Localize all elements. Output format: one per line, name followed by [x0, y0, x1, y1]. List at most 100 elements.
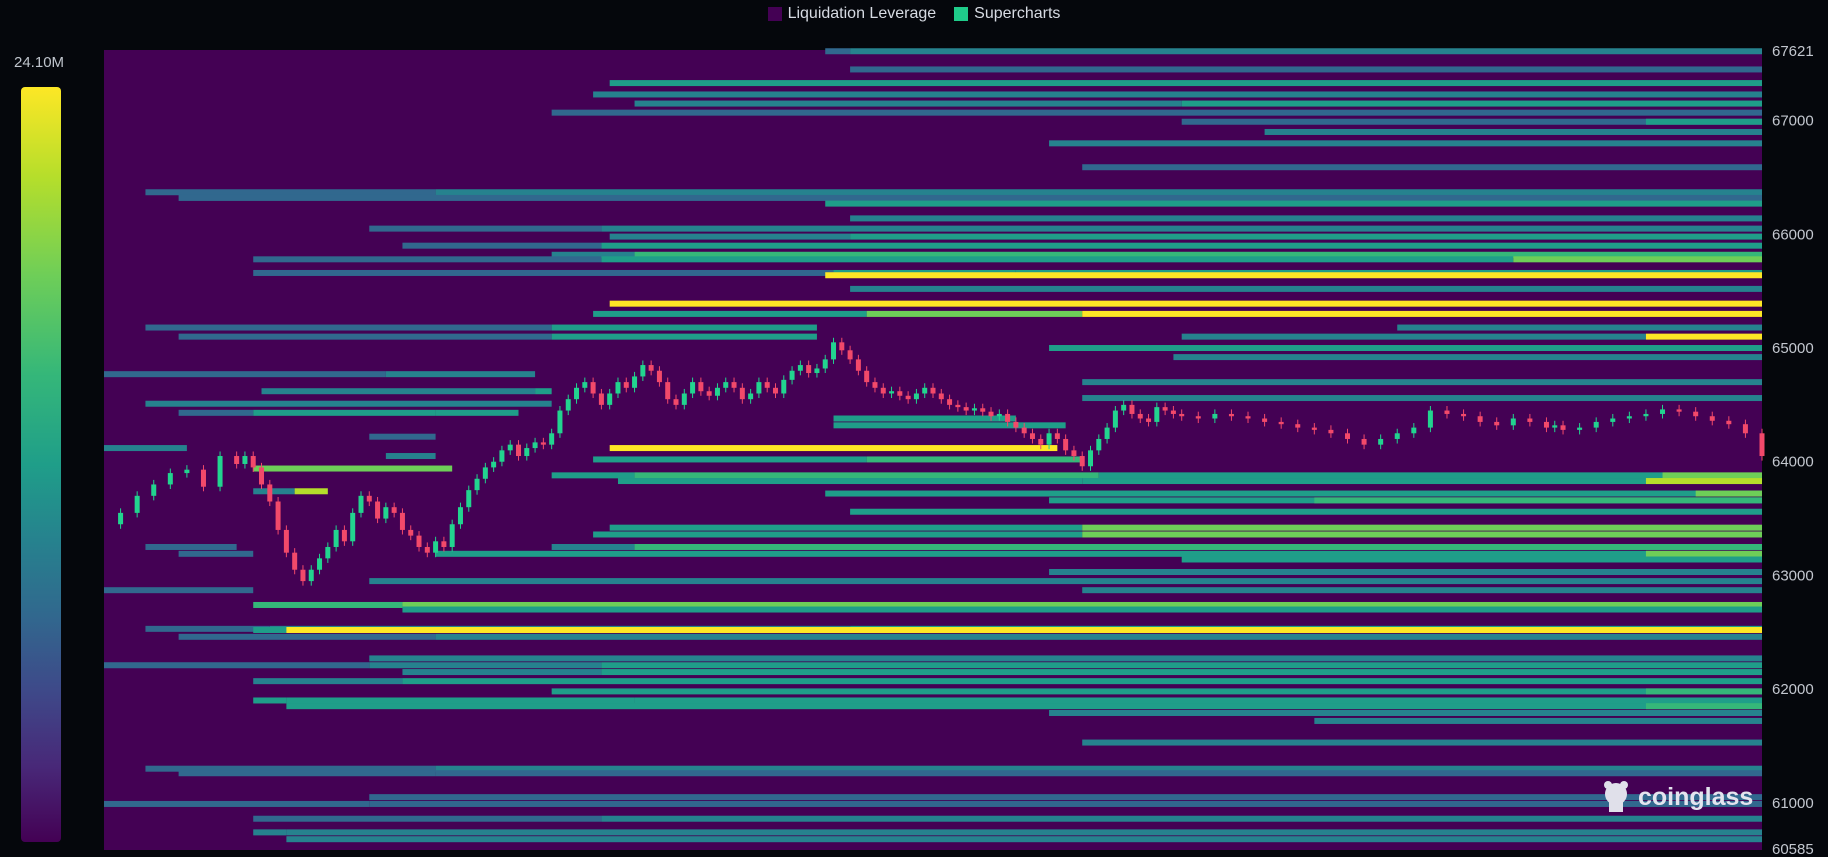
liquidation-level-bar [253, 678, 403, 685]
y-tick-label: 67621 [1772, 43, 1814, 60]
candle-body [1361, 438, 1367, 445]
candle-body [1021, 427, 1027, 434]
liquidation-level-bar [1082, 164, 1762, 171]
liquidation-level-bar [1181, 100, 1762, 107]
candle-body [1345, 433, 1350, 439]
candle-body [1660, 409, 1666, 414]
liquidation-level-bar [593, 310, 867, 317]
candle-body [449, 524, 455, 547]
candle-body [656, 370, 662, 383]
liquidation-level-bar [178, 333, 552, 340]
liquidation-level-bar [601, 225, 1762, 232]
candle-body [615, 382, 621, 394]
candle-body [1262, 418, 1268, 422]
liquidation-level-bar [385, 453, 436, 460]
liquidation-level-bar [601, 815, 1762, 822]
candle-body [938, 393, 944, 400]
candle-body [1121, 404, 1127, 411]
liquidation-level-bar [104, 371, 386, 378]
candle-body [897, 391, 903, 396]
candle-body [1054, 433, 1060, 439]
candle-body [1577, 427, 1583, 430]
candle-body [1726, 420, 1732, 425]
candle-body [889, 391, 895, 394]
liquidation-level-bar [609, 300, 1763, 307]
liquidation-level-bar [551, 109, 1763, 116]
candle-body [325, 546, 331, 559]
liquidation-level-bar [369, 578, 1762, 585]
liquidation-level-bar [253, 815, 602, 822]
liquidation-level-bar [178, 633, 436, 640]
candle-body [706, 391, 712, 396]
candle-body [847, 350, 853, 360]
candle-body [491, 461, 497, 468]
liquidation-level-bar [435, 550, 1763, 557]
liquidation-level-bar [369, 794, 1762, 801]
liquidation-level-bar [145, 543, 237, 550]
candle-body [167, 473, 173, 485]
candle-body [499, 450, 505, 462]
candle-body [532, 442, 538, 449]
liquidation-level-bar [850, 285, 1762, 292]
liquidation-level-bar [1049, 345, 1762, 352]
liquidation-level-bar [634, 100, 1182, 107]
candle-body [1029, 433, 1035, 439]
liquidation-level-bar [1645, 550, 1762, 557]
candle-body [424, 546, 430, 553]
candle-body [1104, 427, 1110, 439]
liquidation-level-bar [286, 703, 1762, 710]
candle-body [930, 387, 936, 394]
liquidation-level-bar [104, 662, 370, 669]
candle-body [250, 456, 256, 468]
candle-body [880, 387, 886, 394]
liquidation-level-bar [634, 697, 1762, 704]
candle-body [797, 365, 803, 371]
liquidation-level-bar [551, 543, 635, 550]
liquidation-level-bar [601, 669, 1762, 676]
liquidation-level-bar [435, 770, 1763, 777]
liquidation-level-bar [551, 472, 635, 479]
candle-body [1543, 421, 1549, 428]
liquidation-level-bar [385, 371, 536, 378]
candle-body [831, 342, 837, 360]
liquidation-level-bar [178, 409, 254, 416]
candle-body [1510, 418, 1516, 426]
coinglass-wordmark: coinglass [1638, 782, 1754, 811]
candle-body [607, 393, 613, 405]
liquidation-level-bar [286, 836, 1762, 843]
liquidation-level-bar [1181, 556, 1762, 563]
candle-body [623, 382, 629, 388]
candle-body [267, 484, 273, 502]
liquidation-level-bar [1082, 310, 1762, 317]
candle-body [1154, 407, 1160, 422]
liquidation-level-bar [435, 189, 1763, 196]
candle-body [565, 399, 571, 411]
candle-body [1129, 404, 1135, 414]
candle-body [598, 393, 604, 405]
liquidation-level-bar [866, 456, 1083, 463]
liquidation-level-bar [253, 269, 834, 276]
candle-body [872, 382, 878, 388]
candle-body [963, 407, 969, 411]
liquidation-level-bar [551, 333, 817, 340]
candle-body [839, 342, 845, 351]
liquidation-level-bar [1173, 354, 1762, 361]
candle-body [151, 484, 157, 496]
liquidation-level-bar [617, 478, 1083, 485]
liquidation-level-bar [402, 242, 602, 249]
candle-body [1593, 421, 1599, 428]
liquidation-level-bar [601, 242, 1762, 249]
y-tick-label: 60585 [1772, 841, 1814, 857]
liquidation-level-bar [1645, 333, 1762, 340]
candle-body [457, 507, 463, 525]
candle-body [1162, 407, 1168, 411]
liquidation-level-bar [593, 456, 867, 463]
candle-body [1228, 413, 1234, 417]
candle-body [242, 456, 248, 464]
liquidation-level-bar [369, 800, 1762, 807]
candle-body [1477, 416, 1483, 422]
liquidation-level-bar [850, 233, 1762, 240]
y-tick-label: 66000 [1772, 226, 1814, 243]
liquidation-level-bar [1082, 524, 1762, 531]
candle-body [814, 368, 820, 374]
